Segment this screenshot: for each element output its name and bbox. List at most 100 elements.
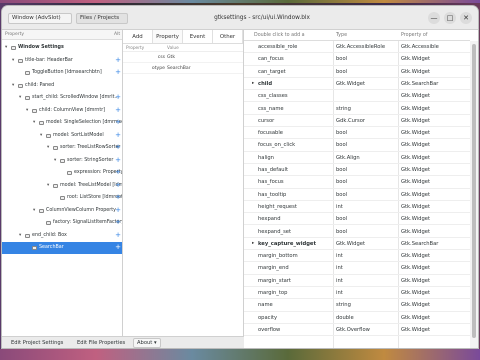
tree-item[interactable]: ToggleButton [ldmsearchbtn] +: [2, 67, 122, 79]
tree-item[interactable]: ▾ sorter: TreeListRowSorter +: [2, 142, 122, 154]
tab-window[interactable]: Window (AdvSlot): [8, 13, 72, 24]
add-child-icon[interactable]: +: [115, 117, 121, 128]
tree-item[interactable]: ▾ child: ColumnView [dmrntr] +: [2, 105, 122, 117]
add-child-icon[interactable]: +: [115, 205, 121, 216]
add-child-icon[interactable]: +: [115, 180, 121, 191]
property-row[interactable]: margin_top int Gtk.Widget: [244, 287, 470, 300]
property-row[interactable]: margin_bottom int Gtk.Widget: [244, 250, 470, 263]
property-row[interactable]: hexpand_set bool Gtk.Widget: [244, 226, 470, 238]
property-row[interactable]: height_request int Gtk.Widget: [244, 201, 470, 214]
tab-add[interactable]: Add: [123, 30, 153, 43]
property-row[interactable]: has_default bool Gtk.Widget: [244, 164, 470, 177]
close-button[interactable]: ✕: [460, 12, 472, 24]
minimize-button[interactable]: —: [428, 12, 440, 24]
add-child-icon[interactable]: +: [115, 230, 121, 241]
tree-item[interactable]: ▾ end_child: Box +: [2, 230, 122, 242]
property-name: name: [258, 302, 273, 309]
bottom-bar: Edit Project Settings Edit File Properti…: [2, 336, 244, 348]
property-type: int: [336, 203, 343, 210]
scrollbar-thumb[interactable]: [472, 44, 476, 338]
expander-icon[interactable]: ▾: [26, 105, 28, 117]
expander-icon[interactable]: ▾: [33, 205, 35, 217]
property-row[interactable]: accessible_role Gtk.AccessibleRole Gtk.Acc…: [244, 41, 470, 54]
tree-item[interactable]: ▾ Window Settings: [2, 42, 122, 54]
tree-item[interactable]: ▾ sorter: StringSorter +: [2, 155, 122, 167]
property-name: margin_end: [258, 265, 289, 272]
property-row[interactable]: has_focus bool Gtk.Widget: [244, 176, 470, 189]
tab-files-projects[interactable]: Files / Projects: [76, 13, 128, 24]
expander-icon[interactable]: ▸: [252, 78, 254, 90]
expander-icon[interactable]: ▾: [47, 142, 49, 154]
tree-item[interactable]: ▾ ColumnViewColumn Property +: [2, 205, 122, 217]
add-child-icon[interactable]: +: [115, 155, 121, 166]
property-row[interactable]: has_tooltip bool Gtk.Widget: [244, 189, 470, 201]
expander-icon[interactable]: ▾: [19, 92, 21, 104]
expander-icon[interactable]: ▾: [40, 130, 42, 142]
add-child-icon[interactable]: +: [115, 142, 121, 153]
editor-row-value[interactable]: Gtk: [167, 52, 175, 63]
expander-icon[interactable]: ▾: [5, 42, 7, 54]
editor-row-value[interactable]: SearchBar: [167, 63, 191, 74]
add-child-icon[interactable]: +: [115, 167, 121, 178]
tab-other[interactable]: Other: [213, 30, 243, 43]
add-child-icon[interactable]: +: [115, 130, 121, 141]
tree-item[interactable]: ▾ model: TreeListModel [ldmtreemo...+: [2, 180, 122, 192]
add-child-icon[interactable]: +: [115, 92, 121, 103]
property-row[interactable]: ▸ key_capture_widget Gtk.Widget Gtk.SearchB…: [244, 238, 470, 251]
property-row[interactable]: halign Gtk.Align Gtk.Widget: [244, 152, 470, 164]
tree-item[interactable]: ▾ title-bar: HeaderBar +: [2, 55, 122, 67]
tree-item[interactable]: ▾ model: SortListModel +: [2, 130, 122, 142]
expander-icon[interactable]: ▸: [252, 238, 254, 250]
editor-row[interactable]: css Gtk: [123, 52, 243, 63]
tree-item[interactable]: expression: PropertyExpre...+: [2, 167, 122, 179]
property-of: Gtk.Widget: [401, 253, 430, 260]
add-child-icon[interactable]: +: [115, 217, 121, 228]
widget-icon: [39, 121, 44, 125]
tree-item[interactable]: ▾ child: Paned: [2, 80, 122, 92]
expander-icon[interactable]: ▾: [47, 180, 49, 192]
expander-icon[interactable]: ▾: [54, 155, 56, 167]
property-row[interactable]: margin_start int Gtk.Widget: [244, 275, 470, 287]
editor-row[interactable]: otype SearchBar: [123, 63, 243, 74]
property-of: Gtk.Widget: [401, 117, 430, 124]
property-row[interactable]: hexpand bool Gtk.Widget: [244, 213, 470, 226]
add-child-icon[interactable]: +: [115, 67, 121, 78]
tree-header: Property Alt: [2, 30, 122, 40]
add-child-icon[interactable]: +: [115, 192, 121, 203]
edit-project-settings-button[interactable]: Edit Project Settings: [8, 338, 66, 348]
property-name: accessible_role: [258, 44, 298, 50]
maximize-button[interactable]: □: [444, 12, 456, 24]
property-row[interactable]: ▸ child Gtk.Widget Gtk.SearchBar: [244, 78, 470, 91]
property-type: bool: [336, 216, 348, 223]
expander-icon[interactable]: ▾: [33, 117, 35, 129]
property-row[interactable]: focusable bool Gtk.Widget: [244, 127, 470, 140]
expander-icon[interactable]: ▾: [19, 230, 21, 242]
property-row[interactable]: css_name string Gtk.Widget: [244, 103, 470, 115]
expander-icon[interactable]: ▾: [12, 80, 14, 92]
add-child-icon[interactable]: +: [115, 55, 121, 66]
property-row[interactable]: margin_end int Gtk.Widget: [244, 262, 470, 275]
tab-property[interactable]: Property: [153, 30, 183, 43]
about-menu-button[interactable]: About ▾: [133, 338, 161, 348]
widget-icon: [11, 46, 16, 50]
tree-item[interactable]: SearchBar +: [2, 242, 122, 254]
property-row[interactable]: can_focus bool Gtk.Widget: [244, 53, 470, 66]
properties-header-of: Property of: [401, 33, 428, 38]
property-row[interactable]: css_classes Gtk.Widget: [244, 90, 470, 103]
property-row[interactable]: name string Gtk.Widget: [244, 299, 470, 312]
tree-item[interactable]: factory: SignalListItemFactory +: [2, 217, 122, 229]
tab-event[interactable]: Event: [183, 30, 213, 43]
add-child-icon[interactable]: +: [115, 105, 121, 116]
property-name: margin_bottom: [258, 253, 298, 260]
tree-item[interactable]: root: ListStore [ldmrootstore]+: [2, 192, 122, 204]
property-row[interactable]: overflow Gtk.Overflow Gtk.Widget: [244, 324, 470, 337]
property-row[interactable]: focus_on_click bool Gtk.Widget: [244, 139, 470, 152]
edit-file-properties-button[interactable]: Edit File Properties: [74, 338, 128, 348]
tree-item[interactable]: ▾ model: SingleSelection [dmrmsel] +: [2, 117, 122, 129]
add-child-icon[interactable]: +: [115, 242, 121, 253]
tree-item[interactable]: ▾ start_child: ScrolledWindow [dmrlt... +: [2, 92, 122, 104]
property-row[interactable]: can_target bool Gtk.Widget: [244, 66, 470, 78]
property-row[interactable]: opacity double Gtk.Widget: [244, 312, 470, 324]
expander-icon[interactable]: ▾: [12, 55, 14, 67]
property-row[interactable]: cursor Gdk.Cursor Gtk.Widget: [244, 115, 470, 128]
